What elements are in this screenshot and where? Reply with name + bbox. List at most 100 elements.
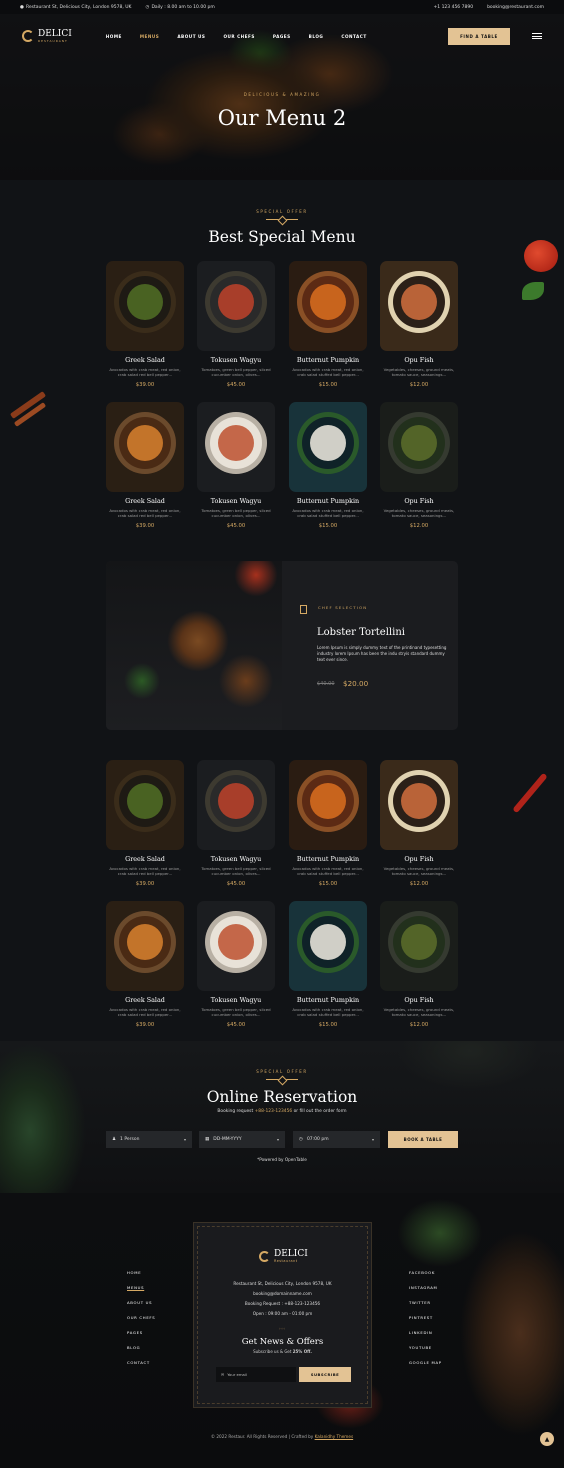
dish-name[interactable]: Tokusen Wagyu (197, 855, 275, 863)
menu-card[interactable]: Tokusen Wagyu Tomatoes, green bell pepper… (197, 901, 275, 1028)
dish-description: Avocados with crab meat, red onion, crab … (106, 508, 184, 519)
menu-card[interactable]: Butternut Pumpkin Avocados with crab meat… (289, 901, 367, 1028)
menu-card[interactable]: Butternut Pumpkin Avocados with crab meat… (289, 760, 367, 887)
footer-logo[interactable]: DELICI Restaurant (259, 1250, 308, 1263)
dish-name[interactable]: Opu Fish (380, 356, 458, 364)
reservation-phone[interactable]: +88-123-123456 (255, 1109, 293, 1114)
dish-price: $15.00 (318, 880, 338, 887)
menu-card[interactable]: Greek Salad Avocados with crab meat, red … (106, 261, 184, 388)
subscribe-button[interactable]: SUBSCRIBE (299, 1367, 351, 1382)
food-shape (310, 924, 346, 960)
footer-link-google-map[interactable]: GOOGLE MAP (409, 1355, 442, 1370)
dish-image[interactable] (106, 760, 184, 850)
dish-image[interactable] (106, 261, 184, 351)
footer-link-contact[interactable]: CONTACT (127, 1355, 155, 1370)
footer-link-about-us[interactable]: ABOUT US (127, 1295, 155, 1310)
dish-image[interactable] (106, 402, 184, 492)
dish-description-line: cucumber onion, olives... (211, 1012, 261, 1018)
menu-card[interactable]: Tokusen Wagyu Tomatoes, green bell pepper… (197, 760, 275, 887)
time-select[interactable]: ◷ 07:00 pm ▾ (293, 1131, 380, 1148)
footer-social: FACEBOOK INSTAGRAM TWITTER PINTREST LINKEDIN… (409, 1265, 442, 1370)
footer-link-blog[interactable]: BLOG (127, 1340, 155, 1355)
menu-card[interactable]: Butternut Pumpkin Avocados with crab meat… (289, 402, 367, 529)
dish-image[interactable] (106, 901, 184, 991)
dish-name[interactable]: Butternut Pumpkin (289, 855, 367, 863)
topbar-phone[interactable]: +1 123 456 7890 (434, 5, 474, 10)
footer-link-our-chefs[interactable]: OUR CHEFS (127, 1310, 155, 1325)
menu-card[interactable]: Greek Salad Avocados with crab meat, red … (106, 760, 184, 887)
dish-image[interactable] (197, 261, 275, 351)
dish-name[interactable]: Opu Fish (380, 497, 458, 505)
dish-name[interactable]: Greek Salad (106, 855, 184, 863)
dish-image[interactable] (380, 760, 458, 850)
arrow-up-icon: ▲ (544, 1435, 550, 1443)
menu-card[interactable]: Tokusen Wagyu Tomatoes, green bell pepper… (197, 402, 275, 529)
dish-name[interactable]: Tokusen Wagyu (197, 996, 275, 1004)
footer-link-pintrest[interactable]: PINTREST (409, 1310, 442, 1325)
chevron-down-icon: ▾ (183, 1137, 186, 1142)
footer-link-twitter[interactable]: TWITTER (409, 1295, 442, 1310)
footer-link-instagram[interactable]: INSTAGRAM (409, 1280, 442, 1295)
find-table-button[interactable]: FIND A TABLE (448, 27, 510, 45)
date-field[interactable]: ▦ DD-MM-YYYY ▾ (199, 1131, 285, 1148)
dish-image[interactable] (289, 901, 367, 991)
footer-link-linkedin[interactable]: LINKEDIN (409, 1325, 442, 1340)
chef-selection-card: CHEF SELECTION Lobster Tortellini Lorem … (106, 561, 458, 730)
footer-link-pages[interactable]: PAGES (127, 1325, 155, 1340)
feature-eyebrow: CHEF SELECTION (318, 605, 368, 610)
nav-item-blog[interactable]: BLOG (309, 34, 324, 39)
dish-image[interactable] (380, 402, 458, 492)
dish-image[interactable] (380, 901, 458, 991)
newsletter-email-input[interactable]: ✉ Your email (216, 1367, 296, 1382)
dish-image[interactable] (289, 760, 367, 850)
dish-name[interactable]: Butternut Pumpkin (289, 996, 367, 1004)
nav-item-about-us[interactable]: ABOUT US (177, 34, 205, 39)
menu-card[interactable]: Opu Fish Vegetables, cheeses, ground meat… (380, 261, 458, 388)
dish-name[interactable]: Greek Salad (106, 497, 184, 505)
footer-link-facebook[interactable]: FACEBOOK (409, 1265, 442, 1280)
dish-image[interactable] (197, 760, 275, 850)
logo-icon (259, 1251, 270, 1262)
hamburger-icon[interactable] (532, 33, 542, 39)
dish-name[interactable]: Tokusen Wagyu (197, 497, 275, 505)
footer-email[interactable]: booking@domainname.com (193, 1289, 372, 1299)
logo[interactable]: DELICI RESTAURANT (22, 29, 72, 43)
scroll-to-top-button[interactable]: ▲ (540, 1432, 554, 1446)
menu-card[interactable]: Greek Salad Avocados with crab meat, red … (106, 901, 184, 1028)
menu-card[interactable]: Butternut Pumpkin Avocados with crab meat… (289, 261, 367, 388)
dish-image[interactable] (197, 901, 275, 991)
menu-card[interactable]: Greek Salad Avocados with crab meat, red … (106, 402, 184, 529)
topbar-email[interactable]: booking@restaurant.com (487, 5, 544, 10)
dish-image[interactable] (289, 261, 367, 351)
dish-price: $12.00 (409, 1021, 429, 1028)
food-shape (218, 425, 254, 461)
footer-link-home[interactable]: HOME (127, 1265, 155, 1280)
nav-item-menus[interactable]: MENUS (140, 34, 159, 39)
nav-item-home[interactable]: HOME (106, 34, 122, 39)
dish-image[interactable] (197, 402, 275, 492)
menu-card[interactable]: Tokusen Wagyu Tomatoes, green bell pepper… (197, 261, 275, 388)
persons-select[interactable]: ♟ 1 Person ▾ (106, 1131, 192, 1148)
footer-link-menus[interactable]: MENUS (127, 1280, 155, 1295)
dish-name[interactable]: Butternut Pumpkin (289, 497, 367, 505)
dish-image[interactable] (289, 402, 367, 492)
crafted-by-link[interactable]: Kalanidhy Themes (315, 1434, 354, 1439)
dish-name[interactable]: Opu Fish (380, 855, 458, 863)
menu-card[interactable]: Opu Fish Vegetables, cheeses, ground meat… (380, 402, 458, 529)
dish-description: Vegetables, cheeses, ground meats, tomato… (380, 367, 458, 378)
dish-name[interactable]: Greek Salad (106, 996, 184, 1004)
dish-name[interactable]: Tokusen Wagyu (197, 356, 275, 364)
menu-card[interactable]: Opu Fish Vegetables, cheeses, ground meat… (380, 901, 458, 1028)
dish-name[interactable]: Greek Salad (106, 356, 184, 364)
menu-card[interactable]: Opu Fish Vegetables, cheeses, ground meat… (380, 760, 458, 887)
nav-item-contact[interactable]: CONTACT (341, 34, 366, 39)
dish-name[interactable]: Butternut Pumpkin (289, 356, 367, 364)
food-shape (401, 783, 437, 819)
nav-item-our-chefs[interactable]: OUR CHEFS (223, 34, 254, 39)
footer-link-youtube[interactable]: YOUTUBE (409, 1340, 442, 1355)
dish-image[interactable] (380, 261, 458, 351)
dish-price: $39.00 (135, 522, 155, 529)
dish-name[interactable]: Opu Fish (380, 996, 458, 1004)
nav-item-pages[interactable]: PAGES (273, 34, 291, 39)
book-table-button[interactable]: BOOK A TABLE (388, 1131, 458, 1148)
